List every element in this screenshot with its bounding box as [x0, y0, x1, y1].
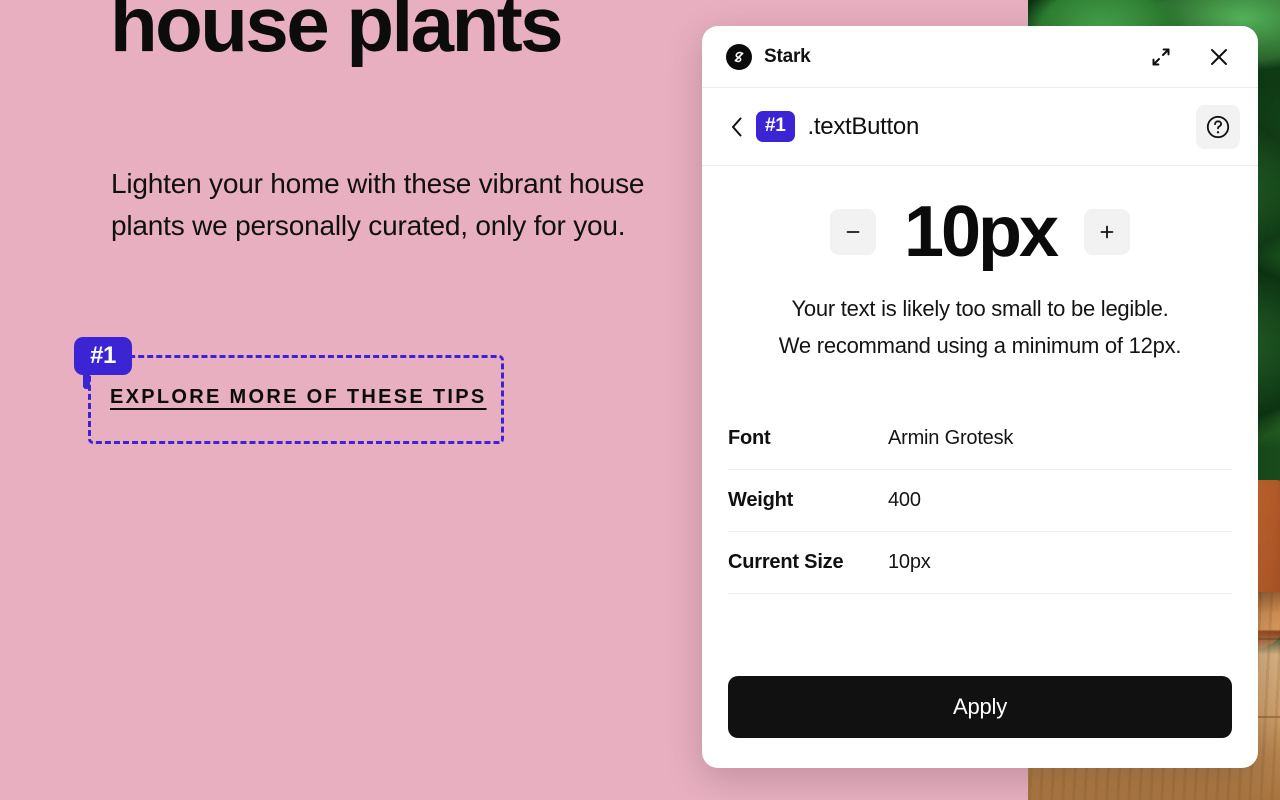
font-size-value: 10px — [904, 196, 1056, 268]
panel-breadcrumb: #1 .textButton — [702, 88, 1258, 166]
advice-line-1: Your text is likely too small to be legi… — [728, 290, 1232, 327]
question-mark-circle-icon[interactable] — [1196, 105, 1240, 149]
table-row: Font Armin Grotesk — [728, 408, 1232, 470]
advice-line-2: We recommand using a minimum of 12px. — [728, 327, 1232, 364]
collapse-arrows-icon[interactable] — [1144, 40, 1178, 74]
property-value: 10px — [888, 551, 931, 574]
explore-more-link[interactable]: EXPLORE MORE OF THESE TIPS — [110, 386, 487, 409]
property-value: 400 — [888, 489, 921, 512]
selected-element-badge: #1 — [756, 111, 795, 142]
selected-element-name: .textButton — [808, 113, 919, 141]
table-row: Weight 400 — [728, 470, 1232, 532]
close-icon[interactable] — [1202, 40, 1236, 74]
legibility-advice: Your text is likely too small to be legi… — [728, 290, 1232, 364]
chevron-left-icon[interactable] — [724, 110, 750, 144]
typography-properties-table: Font Armin Grotesk Weight 400 Current Si… — [728, 408, 1232, 594]
apply-button[interactable]: Apply — [728, 676, 1232, 738]
table-row: Current Size 10px — [728, 532, 1232, 594]
selection-annotation: #1 EXPLORE MORE OF THESE TIPS — [88, 355, 504, 444]
property-value: Armin Grotesk — [888, 427, 1013, 450]
screen-canvas: vibrant, lively house plants Lighten you… — [0, 0, 1280, 800]
stark-panel: Stark — [702, 26, 1258, 768]
property-label: Font — [728, 427, 888, 450]
font-size-stepper: 10px — [728, 196, 1232, 268]
selection-number-badge: #1 — [74, 337, 132, 375]
stark-logo-icon — [726, 44, 752, 70]
panel-body: 10px Your text is likely too small to be… — [702, 166, 1258, 676]
panel-titlebar: Stark — [702, 26, 1258, 88]
body-paragraph: Lighten your home with these vibrant hou… — [111, 163, 656, 247]
panel-footer: Apply — [702, 676, 1258, 768]
decrease-size-button[interactable] — [830, 209, 876, 255]
increase-size-button[interactable] — [1084, 209, 1130, 255]
app-name: Stark — [764, 46, 811, 68]
property-label: Weight — [728, 489, 888, 512]
page-title: house plants — [110, 0, 561, 66]
property-label: Current Size — [728, 551, 888, 574]
